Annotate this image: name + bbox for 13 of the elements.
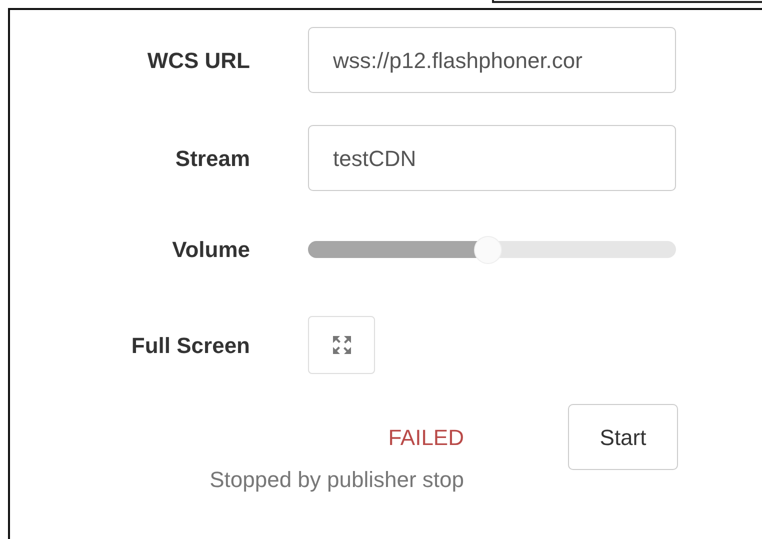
slider-thumb[interactable] — [474, 236, 502, 264]
text-field[interactable]: wss://p12.flashphoner.cor — [308, 27, 676, 93]
status-text: FAILED — [388, 425, 464, 451]
field-label: Full Screen — [130, 332, 250, 360]
field-label: Stream — [174, 144, 250, 172]
expand-icon — [330, 334, 352, 356]
volume-slider[interactable] — [308, 236, 676, 264]
status-message: Stopped by publisher stop — [210, 467, 464, 493]
field-label: WCS URL — [146, 46, 250, 74]
text-field[interactable]: testCDN — [308, 125, 676, 191]
start-button[interactable]: Start — [568, 404, 678, 470]
fullscreen-button[interactable] — [308, 316, 375, 374]
field-label: Volume — [171, 236, 250, 264]
